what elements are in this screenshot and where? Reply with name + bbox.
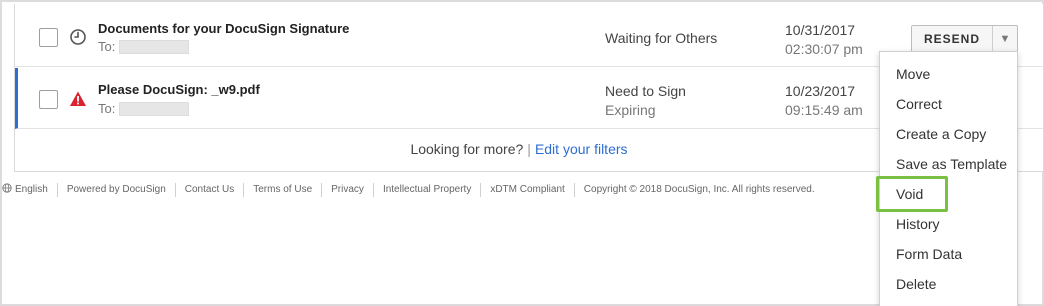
resend-button[interactable]: RESEND xyxy=(912,26,993,52)
envelope-status: Need to Sign Expiring xyxy=(605,82,686,120)
globe-icon xyxy=(2,182,12,198)
menu-item-correct[interactable]: Correct xyxy=(880,89,1017,119)
chevron-down-icon[interactable]: ▼ xyxy=(993,26,1017,52)
envelope-subject[interactable]: Please DocuSign: _w9.pdf xyxy=(98,82,260,97)
footer-contact-link[interactable]: Contact Us xyxy=(174,183,243,197)
footer-powered-by: Powered by DocuSign xyxy=(56,183,175,197)
more-separator: | xyxy=(527,141,531,157)
footer-privacy-link[interactable]: Privacy xyxy=(321,183,373,197)
footer-ip-link[interactable]: Intellectual Property xyxy=(372,183,480,197)
time-label: 09:15:49 am xyxy=(785,102,863,118)
recipient-line: To: xyxy=(98,101,190,116)
clock-icon xyxy=(69,28,87,46)
status-label: Need to Sign xyxy=(605,83,686,99)
to-label: To: xyxy=(98,39,116,54)
menu-item-delete[interactable]: Delete xyxy=(880,269,1017,299)
status-label: Waiting for Others xyxy=(605,30,718,46)
status-sub-label: Expiring xyxy=(605,102,656,118)
recipient-line: To: xyxy=(98,39,190,54)
row-checkbox[interactable] xyxy=(39,90,58,109)
window-frame: Documents for your DocuSign Signature To… xyxy=(0,0,1044,306)
date-label: 10/31/2017 xyxy=(785,22,856,38)
menu-item-form-data[interactable]: Form Data xyxy=(880,239,1017,269)
date-label: 10/23/2017 xyxy=(785,83,856,99)
more-text: Looking for more? xyxy=(410,141,524,157)
envelope-date: 10/31/2017 02:30:07 pm xyxy=(785,21,863,59)
resend-button-group: RESEND ▼ xyxy=(911,25,1018,53)
envelope-status: Waiting for Others xyxy=(605,30,717,46)
edit-filters-link[interactable]: Edit your filters xyxy=(535,141,628,157)
envelope-date: 10/23/2017 09:15:49 am xyxy=(785,82,863,120)
redacted-recipient xyxy=(119,39,190,54)
footer-language[interactable]: English xyxy=(2,182,57,198)
menu-item-save-template[interactable]: Save as Template xyxy=(880,149,1017,179)
to-label: To: xyxy=(98,101,116,116)
warning-icon xyxy=(69,90,87,108)
page-footer: English Powered by DocuSign Contact Us T… xyxy=(2,182,824,198)
envelope-subject[interactable]: Documents for your DocuSign Signature xyxy=(98,21,349,36)
redacted-recipient xyxy=(119,101,190,116)
time-label: 02:30:07 pm xyxy=(785,41,863,57)
menu-item-move[interactable]: Move xyxy=(880,59,1017,89)
menu-item-create-copy[interactable]: Create a Copy xyxy=(880,119,1017,149)
footer-language-label: English xyxy=(15,184,48,195)
menu-item-history[interactable]: History xyxy=(880,209,1017,239)
footer-terms-link[interactable]: Terms of Use xyxy=(243,183,321,197)
footer-copyright: Copyright © 2018 DocuSign, Inc. All righ… xyxy=(573,183,824,197)
row-checkbox[interactable] xyxy=(39,28,58,47)
void-highlight-box xyxy=(876,176,948,212)
footer-xdtm-link[interactable]: xDTM Compliant xyxy=(480,183,573,197)
